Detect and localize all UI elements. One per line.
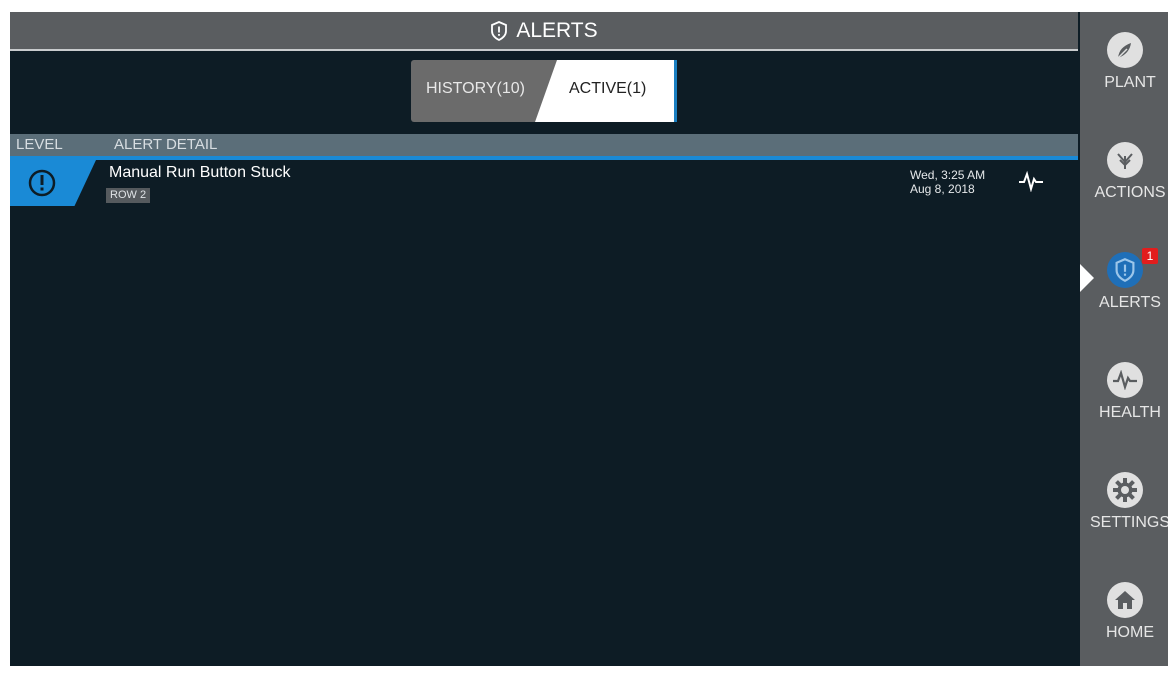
page-title: ALERTS: [516, 18, 598, 42]
sidebar-item-label: PLANT: [1104, 74, 1156, 91]
active-pointer: [1080, 264, 1094, 292]
tab-history-label: HISTORY(10): [426, 80, 525, 97]
sidebar-nav: PLANT ACTIONS 1 ALERTS HEALTH SETTINGS H…: [1080, 12, 1168, 666]
column-alert-detail: ALERT DETAIL: [114, 136, 218, 153]
shield-alert-icon: [491, 20, 508, 41]
alert-tabs: HISTORY(10) ACTIVE(1): [411, 60, 677, 122]
sidebar-item-actions[interactable]: ACTIONS: [1080, 132, 1168, 242]
info-circle-icon: [28, 169, 56, 197]
sidebar-item-label: SETTINGS: [1089, 514, 1168, 531]
sidebar-item-label: HEALTH: [1099, 404, 1161, 421]
alert-row[interactable]: Manual Run Button Stuck ROW 2 Wed, 3:25 …: [10, 160, 1078, 208]
alert-count-badge: 1: [1142, 248, 1158, 264]
sidebar-item-alerts[interactable]: 1 ALERTS: [1080, 242, 1168, 352]
plant-icon: [1107, 32, 1143, 68]
alert-date-line2: Aug 8, 2018: [910, 182, 975, 196]
column-header: LEVEL ALERT DETAIL: [10, 134, 1078, 160]
alert-tag: ROW 2: [106, 188, 151, 203]
tab-active-label: ACTIVE(1): [569, 80, 647, 97]
pulse-icon[interactable]: [1018, 170, 1044, 192]
alert-title: Manual Run Button Stuck: [109, 164, 291, 181]
column-level: LEVEL: [16, 136, 63, 153]
sidebar-item-settings[interactable]: SETTINGS: [1080, 462, 1168, 572]
gear-icon: [1107, 472, 1143, 508]
sprinkler-icon: [1107, 142, 1143, 178]
sidebar-item-health[interactable]: HEALTH: [1080, 352, 1168, 462]
sidebar-item-label: ACTIONS: [1094, 184, 1166, 201]
home-icon: [1107, 582, 1143, 618]
sidebar-item-label: HOME: [1106, 624, 1154, 641]
alert-date-line1: Wed, 3:25 AM: [910, 168, 986, 182]
alert-timestamp: Wed, 3:25 AM Aug 8, 2018: [910, 168, 985, 196]
title-bar: ALERTS: [10, 12, 1078, 51]
tab-active[interactable]: ACTIVE(1): [535, 60, 677, 122]
alert-level: [10, 160, 96, 206]
pulse-icon: [1107, 362, 1143, 398]
sidebar-item-plant[interactable]: PLANT: [1080, 22, 1168, 132]
sidebar-item-label: ALERTS: [1099, 294, 1161, 311]
alerts-screen: ALERTS HISTORY(10) ACTIVE(1) LEVEL ALERT…: [10, 12, 1168, 666]
shield-alert-icon: [1107, 252, 1143, 288]
